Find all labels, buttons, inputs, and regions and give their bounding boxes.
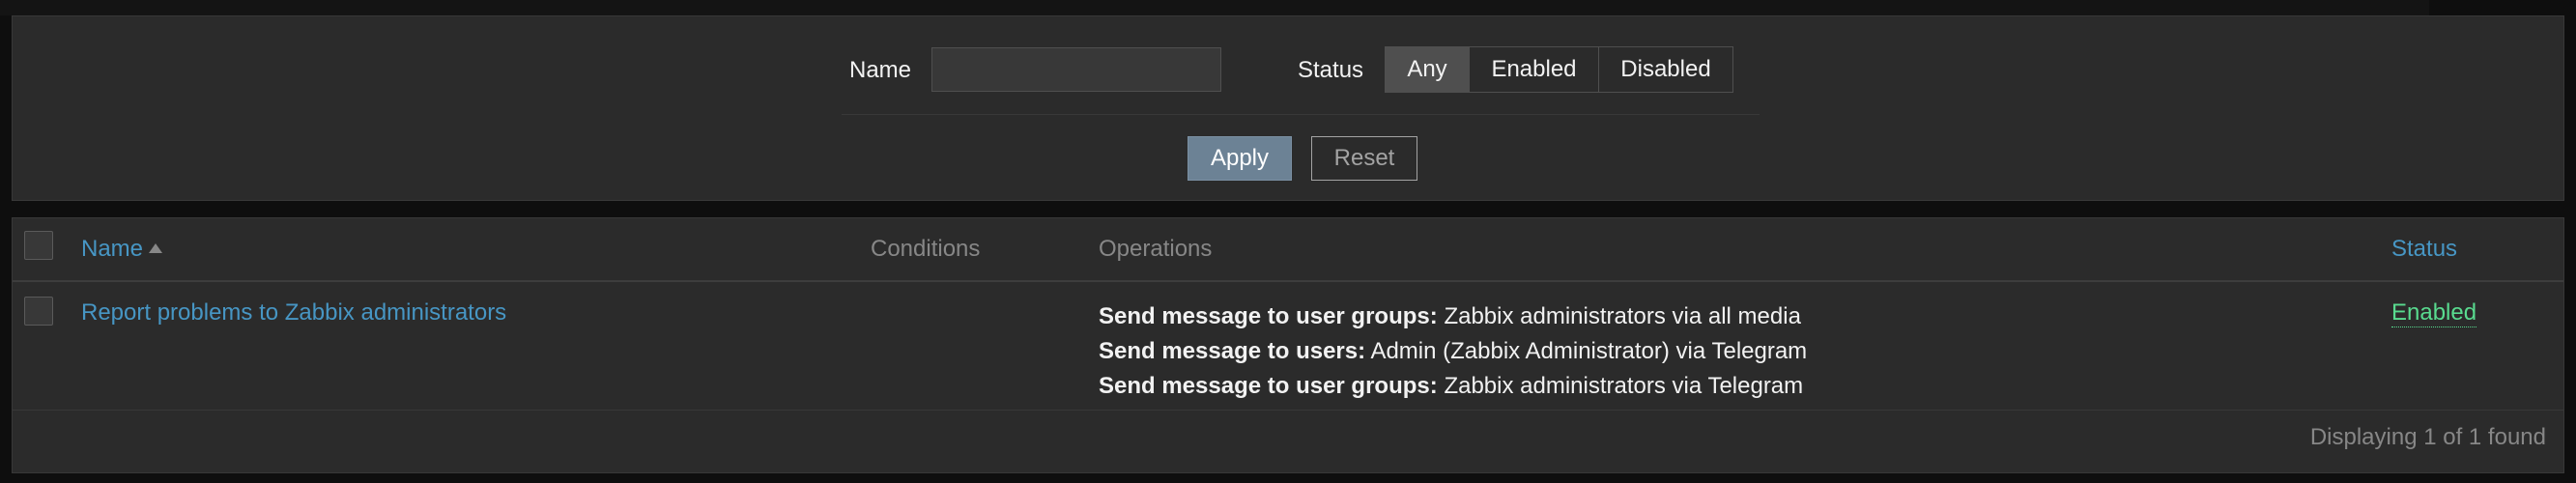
status-option-any[interactable]: Any [1385, 46, 1470, 93]
select-all-checkbox[interactable] [24, 231, 53, 260]
sort-ascending-icon [149, 242, 163, 253]
status-filter-segmented: Any Enabled Disabled [1385, 46, 1733, 93]
column-header-name[interactable]: Name [81, 236, 163, 263]
actions-list: Name Conditions Operations Status Report… [12, 217, 2564, 473]
operations-cell: Send message to user groups: Zabbix admi… [1099, 299, 1807, 404]
status-option-disabled[interactable]: Disabled [1598, 46, 1733, 93]
action-name-link[interactable]: Report problems to Zabbix administrators [81, 299, 506, 327]
name-filter-label: Name [849, 57, 912, 83]
operation-label: Send message to users: [1099, 338, 1366, 364]
operation-detail: Zabbix administrators via all media [1444, 303, 1801, 329]
top-strip [0, 0, 2429, 15]
row-checkbox[interactable] [24, 297, 53, 326]
status-toggle-link[interactable]: Enabled [2391, 299, 2477, 327]
operation-line: Send message to users: Admin (Zabbix Adm… [1099, 334, 1807, 369]
column-header-name-label: Name [81, 236, 144, 262]
status-option-enabled[interactable]: Enabled [1469, 46, 1599, 93]
operation-line: Send message to user groups: Zabbix admi… [1099, 299, 1807, 334]
column-header-conditions: Conditions [871, 236, 981, 262]
table-row: Report problems to Zabbix administrators… [13, 282, 2563, 411]
filter-divider [842, 114, 1760, 115]
status-filter-label: Status [1298, 57, 1364, 83]
name-filter-input[interactable] [931, 47, 1221, 92]
operation-label: Send message to user groups: [1099, 303, 1438, 329]
operation-detail: Admin (Zabbix Administrator) via Telegra… [1370, 338, 1808, 364]
column-header-operations: Operations [1099, 236, 1213, 262]
operation-detail: Zabbix administrators via Telegram [1444, 373, 1804, 399]
filter-panel: Name Status Any Enabled Disabled Apply R… [12, 15, 2564, 201]
operation-label: Send message to user groups: [1099, 373, 1438, 399]
paging-summary: Displaying 1 of 1 found [2309, 424, 2546, 450]
operation-line: Send message to user groups: Zabbix admi… [1099, 369, 1807, 404]
table-header: Name Conditions Operations Status [13, 218, 2563, 282]
reset-button[interactable]: Reset [1311, 136, 1417, 181]
column-header-status[interactable]: Status [2391, 236, 2457, 263]
apply-button[interactable]: Apply [1188, 136, 1292, 181]
